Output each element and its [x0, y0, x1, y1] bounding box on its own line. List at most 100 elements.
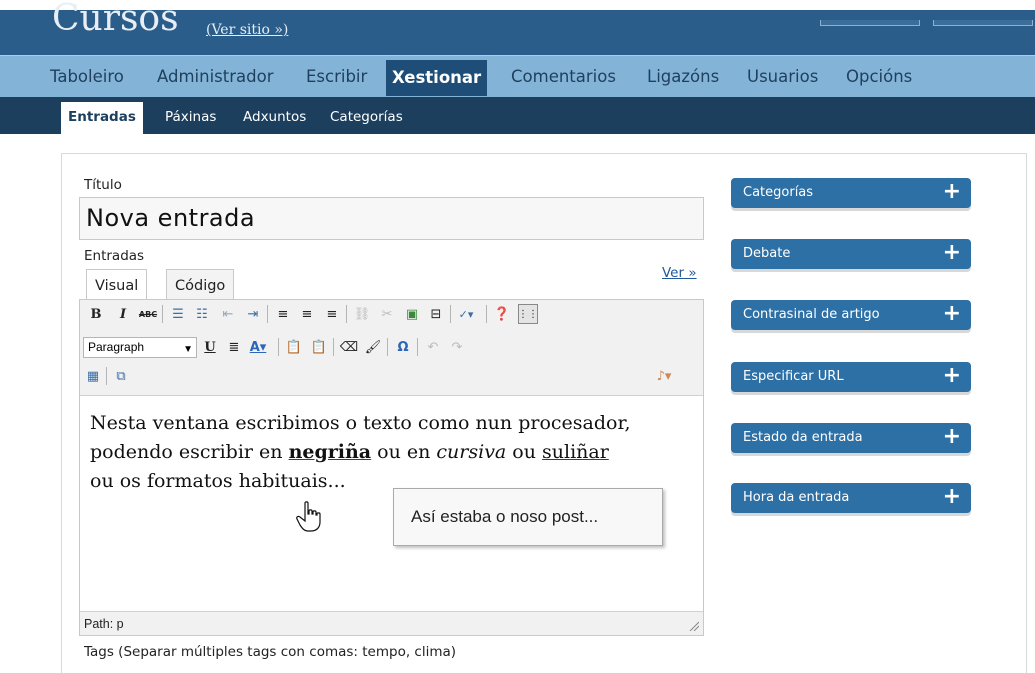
entries-label: Entradas: [84, 248, 145, 264]
plus-icon[interactable]: +: [943, 423, 961, 451]
bold-icon[interactable]: B: [86, 304, 106, 324]
panel-contrasinal[interactable]: Contrasinal de artigo +: [731, 300, 971, 330]
status-path: Path: p: [84, 617, 124, 631]
subnav-item-paxinas[interactable]: Páxinas: [165, 97, 216, 134]
toolbar-row-1: B I ABC ☰ ☷ ⇤ ⇥ ≡ ≡ ≡ ⛓ ✂ ▣ ⊟ ✓▾ ❓ ⋮⋮: [80, 300, 703, 328]
header-button[interactable]: [933, 20, 1033, 26]
media-icon[interactable]: ♪▾: [654, 366, 674, 386]
plus-icon[interactable]: +: [943, 300, 961, 328]
toolbar-separator: [346, 305, 347, 323]
tab-visual[interactable]: Visual: [86, 269, 148, 300]
panel-estado-entrada[interactable]: Estado da entrada +: [731, 423, 971, 453]
spellcheck-icon[interactable]: ✓▾: [456, 304, 476, 324]
rich-text-editor: B I ABC ☰ ☷ ⇤ ⇥ ≡ ≡ ≡ ⛓ ✂ ▣ ⊟ ✓▾ ❓ ⋮⋮ Pa…: [79, 299, 704, 636]
panel-especificar-url[interactable]: Especificar URL +: [731, 362, 971, 392]
annotation-callout: Así estaba o noso post...: [393, 488, 663, 546]
panel-label: Especificar URL: [743, 369, 844, 384]
table-icon[interactable]: ▦: [83, 366, 103, 386]
toolbar-separator: [162, 305, 163, 323]
subnav-item-categorias[interactable]: Categorías: [330, 97, 403, 134]
bullet-list-icon[interactable]: ☰: [168, 304, 188, 324]
tags-label: Tags (Separar múltiples tags con comas: …: [84, 644, 457, 660]
align-center-icon[interactable]: ≡: [297, 304, 317, 324]
plus-icon[interactable]: +: [943, 362, 961, 390]
panel-label: Debate: [743, 246, 791, 261]
site-title: Cursos: [52, 0, 179, 39]
remove-format-icon[interactable]: ⌫: [339, 337, 359, 357]
hand-cursor-icon: [296, 501, 321, 532]
plus-icon[interactable]: +: [943, 483, 961, 511]
content-text: ou: [506, 441, 543, 463]
text-color-icon[interactable]: A▾: [248, 337, 268, 357]
panel-label: Contrasinal de artigo: [743, 307, 880, 322]
kitchen-sink-icon[interactable]: ⋮⋮: [518, 304, 538, 324]
chevron-down-icon: ▼: [183, 344, 193, 355]
toolbar-separator: [278, 338, 279, 356]
nav-item-administrador[interactable]: Administrador: [157, 56, 273, 98]
strikethrough-icon[interactable]: ABC: [138, 304, 158, 324]
plus-icon[interactable]: +: [943, 178, 961, 206]
nav-item-taboleiro[interactable]: Taboleiro: [50, 56, 124, 98]
editor-status-bar: Path: p: [80, 611, 703, 635]
italic-text: cursiva: [436, 441, 507, 463]
unlink-icon[interactable]: ✂: [377, 304, 397, 324]
toolbar-separator: [106, 367, 107, 385]
content-line-1: Nesta ventana escribimos o texto como nu…: [90, 412, 631, 434]
help-icon[interactable]: ❓: [492, 304, 512, 324]
nav-item-comentarios[interactable]: Comentarios: [511, 56, 616, 98]
redo-icon[interactable]: ↷: [447, 337, 467, 357]
title-input[interactable]: Nova entrada: [79, 197, 704, 240]
outdent-icon[interactable]: ⇤: [218, 304, 238, 324]
image-icon[interactable]: ▣: [402, 304, 422, 324]
layer-icon[interactable]: ⧉: [111, 366, 131, 386]
italic-icon[interactable]: I: [113, 304, 133, 324]
nav-item-ligazons[interactable]: Ligazóns: [647, 56, 719, 98]
format-select-value: Paragraph: [88, 340, 145, 354]
paste-text-icon[interactable]: 📋: [284, 337, 304, 357]
title-label: Título: [84, 177, 122, 193]
nav-item-escribir[interactable]: Escribir: [306, 56, 367, 98]
plus-icon[interactable]: +: [943, 239, 961, 267]
view-site-link[interactable]: (Ver sitio »): [206, 22, 288, 38]
toolbar-separator: [333, 338, 334, 356]
sub-nav: Entradas Páxinas Adxuntos Categorías: [0, 97, 1035, 134]
bold-text: negriña: [288, 441, 372, 463]
cleanup-icon[interactable]: 🖌: [363, 337, 383, 357]
indent-icon[interactable]: ⇥: [243, 304, 263, 324]
content-text: ou en: [371, 441, 437, 463]
justify-icon[interactable]: ≣: [224, 337, 244, 357]
nav-item-usuarios[interactable]: Usuarios: [747, 56, 818, 98]
subnav-item-adxuntos[interactable]: Adxuntos: [243, 97, 306, 134]
nav-item-xestionar[interactable]: Xestionar: [386, 60, 488, 96]
toolbar-separator: [267, 305, 268, 323]
align-left-icon[interactable]: ≡: [273, 304, 293, 324]
undo-icon[interactable]: ↶: [423, 337, 443, 357]
panel-label: Hora da entrada: [743, 490, 850, 505]
content-line-2: podendo escribir en negriña ou en cursiv…: [90, 438, 693, 467]
panel-categorias[interactable]: Categorías +: [731, 178, 971, 208]
panel-debate[interactable]: Debate +: [731, 239, 971, 269]
main-nav: Taboleiro Administrador Escribir Xestion…: [0, 55, 1035, 97]
subnav-item-entradas[interactable]: Entradas: [61, 102, 143, 134]
view-link[interactable]: Ver »: [662, 265, 697, 281]
underline-icon[interactable]: U: [200, 337, 220, 357]
link-icon[interactable]: ⛓: [352, 304, 372, 324]
special-char-icon[interactable]: Ω: [393, 337, 413, 357]
content-text: podendo escribir en: [90, 441, 289, 463]
toolbar-separator: [387, 338, 388, 356]
panel-hora-entrada[interactable]: Hora da entrada +: [731, 483, 971, 513]
nav-item-opcions[interactable]: Opcións: [846, 56, 912, 98]
panel-label: Estado da entrada: [743, 430, 863, 445]
header-button[interactable]: [820, 20, 920, 26]
toolbar-row-2: Paragraph ▼ U ≣ A▾ 📋 📋 ⌫ 🖌 Ω ↶ ↷: [80, 333, 703, 361]
paste-word-icon[interactable]: 📋: [309, 337, 329, 357]
toolbar-separator: [417, 338, 418, 356]
align-right-icon[interactable]: ≡: [322, 304, 342, 324]
resize-handle-icon[interactable]: [689, 621, 699, 631]
tab-code[interactable]: Código: [166, 269, 235, 300]
format-select[interactable]: Paragraph ▼: [83, 337, 197, 358]
toolbar-separator: [486, 305, 487, 323]
panel-label: Categorías: [743, 185, 814, 200]
numbered-list-icon[interactable]: ☷: [192, 304, 212, 324]
more-break-icon[interactable]: ⊟: [426, 304, 446, 324]
